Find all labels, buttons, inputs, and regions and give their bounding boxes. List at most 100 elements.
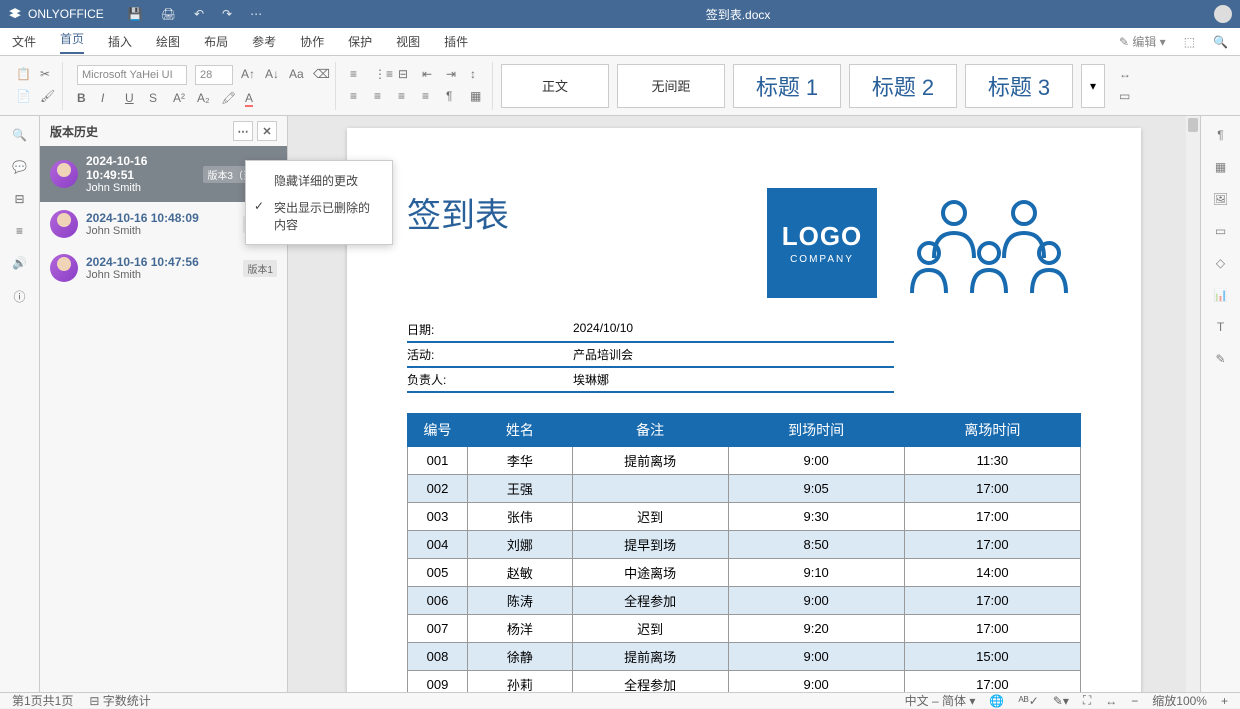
menu-file[interactable]: 文件 <box>12 33 36 50</box>
menu-protect[interactable]: 保护 <box>348 33 372 50</box>
format-painter-icon[interactable]: 🖌 <box>40 89 56 105</box>
text-settings-icon[interactable]: T <box>1217 320 1224 334</box>
menu-collab[interactable]: 协作 <box>300 33 324 50</box>
justify-icon[interactable]: ≡ <box>422 89 438 105</box>
menu-highlight-deleted[interactable]: 突出显示已删除的内容 <box>246 194 392 238</box>
paste-icon[interactable]: 📄 <box>16 89 32 105</box>
strike-icon[interactable]: S <box>149 91 165 107</box>
table-cell: 9:00 <box>728 643 904 671</box>
scrollbar[interactable] <box>1186 116 1200 692</box>
open-location-icon[interactable]: ⬚ <box>1184 35 1195 49</box>
bold-icon[interactable]: B <box>77 91 93 107</box>
redo-icon[interactable]: ↷ <box>222 7 232 21</box>
table-cell: 9:30 <box>728 503 904 531</box>
style-normal[interactable]: 正文 <box>501 64 609 108</box>
superscript-icon[interactable]: A² <box>173 91 189 107</box>
feedback-icon[interactable]: 🔊 <box>12 256 27 270</box>
paragraph-icon[interactable]: ¶ <box>446 89 462 105</box>
style-dropdown[interactable]: ▾ <box>1081 64 1105 108</box>
print-icon[interactable]: 🖨 <box>161 7 176 21</box>
font-select[interactable] <box>77 65 187 85</box>
image-settings-icon[interactable]: 🖼 <box>1213 192 1228 206</box>
page-indicator[interactable]: 第1页共1页 <box>12 692 73 709</box>
spellcheck-icon[interactable]: ᴬᴮ✓ <box>1018 694 1038 708</box>
shape-settings-icon[interactable]: ◇ <box>1216 256 1225 270</box>
table-cell: 17:00 <box>904 587 1080 615</box>
lang-indicator[interactable]: 中文 – 简体 ▾ <box>905 692 976 709</box>
inc-indent-icon[interactable]: ⇥ <box>446 67 462 83</box>
header-settings-icon[interactable]: ▭ <box>1215 224 1226 238</box>
align-left-icon[interactable]: ≡ <box>350 89 366 105</box>
para-settings-icon[interactable]: ¶ <box>1217 128 1223 142</box>
chart-settings-icon[interactable]: 📊 <box>1213 288 1228 302</box>
style-h1[interactable]: 标题 1 <box>733 64 841 108</box>
more-icon[interactable]: ⋯ <box>250 7 262 21</box>
grow-font-icon[interactable]: A↑ <box>241 67 257 83</box>
table-cell: 9:00 <box>728 447 904 475</box>
copy-icon[interactable]: 📋 <box>16 67 32 83</box>
zoom-level[interactable]: 缩放100% <box>1152 692 1207 709</box>
user-avatar[interactable] <box>1214 5 1232 23</box>
multilevel-icon[interactable]: ⊟ <box>398 67 414 83</box>
italic-icon[interactable]: I <box>101 91 117 107</box>
comments-icon[interactable]: 💬 <box>12 160 27 174</box>
menu-view[interactable]: 视图 <box>396 33 420 50</box>
align-center-icon[interactable]: ≡ <box>374 89 390 105</box>
word-count[interactable]: ⊟ 字数统计 <box>89 692 150 709</box>
line-spacing-icon[interactable]: ↕ <box>470 67 486 83</box>
version-time: 2024-10-16 10:47:56 <box>86 255 235 269</box>
underline-icon[interactable]: U <box>125 91 141 107</box>
table-row: 004刘娜提早到场8:5017:00 <box>408 531 1081 559</box>
style-h2[interactable]: 标题 2 <box>849 64 957 108</box>
change-case-icon[interactable]: Aa <box>289 67 305 83</box>
undo-icon[interactable]: ↶ <box>194 7 204 21</box>
menu-insert[interactable]: 插入 <box>108 33 132 50</box>
menu-plugins[interactable]: 插件 <box>444 33 468 50</box>
font-size[interactable] <box>195 65 233 85</box>
table-cell: 孙莉 <box>468 671 573 693</box>
table-cell: 17:00 <box>904 475 1080 503</box>
signature-icon[interactable]: ✎ <box>1215 352 1225 366</box>
shading-icon[interactable]: ▦ <box>470 89 486 105</box>
style-h3[interactable]: 标题 3 <box>965 64 1073 108</box>
about-icon[interactable]: ⓘ <box>13 288 25 305</box>
history-close-icon[interactable]: ✕ <box>257 121 277 141</box>
select-icon[interactable]: ▭ <box>1119 89 1135 105</box>
menu-layout[interactable]: 布局 <box>204 33 228 50</box>
dec-indent-icon[interactable]: ⇤ <box>422 67 438 83</box>
table-settings-icon[interactable]: ▦ <box>1215 160 1226 174</box>
menu-references[interactable]: 参考 <box>252 33 276 50</box>
nav-icon[interactable]: ≡ <box>16 224 23 238</box>
clear-format-icon[interactable]: ⌫ <box>313 67 329 83</box>
headings-icon[interactable]: ⊟ <box>14 192 24 206</box>
font-color-icon[interactable]: A <box>245 91 261 107</box>
spell-icon[interactable]: 🌐 <box>989 694 1004 708</box>
table-cell: 003 <box>408 503 468 531</box>
align-right-icon[interactable]: ≡ <box>398 89 414 105</box>
numbering-icon[interactable]: ⋮≡ <box>374 67 390 83</box>
fit-icon[interactable]: ⛶ <box>1083 693 1091 708</box>
subscript-icon[interactable]: A₂ <box>197 91 213 107</box>
info-value: 埃琳娜 <box>573 371 609 388</box>
menu-hide-changes[interactable]: 隐藏详细的更改 <box>246 167 392 194</box>
version-item[interactable]: 2024-10-16 10:47:56 John Smith 版本1 <box>40 246 287 290</box>
style-nospacing[interactable]: 无间距 <box>617 64 725 108</box>
history-more-icon[interactable]: ⋯ <box>233 121 253 141</box>
zoom-out-icon[interactable]: − <box>1131 694 1138 708</box>
track-icon[interactable]: ✎▾ <box>1053 694 1069 708</box>
bullets-icon[interactable]: ≡ <box>350 67 366 83</box>
shrink-font-icon[interactable]: A↓ <box>265 67 281 83</box>
menu-home[interactable]: 首页 <box>60 30 84 54</box>
document-area[interactable]: 签到表 LOGO COMPANY <box>288 116 1200 692</box>
find-icon[interactable]: 🔍 <box>12 128 27 142</box>
edit-mode[interactable]: ✎ 编辑 ▾ <box>1119 33 1166 50</box>
menu-draw[interactable]: 绘图 <box>156 33 180 50</box>
fit-width-icon[interactable]: ↔ <box>1105 694 1117 708</box>
table-cell: 14:00 <box>904 559 1080 587</box>
highlight-icon[interactable]: 🖍 <box>221 91 237 107</box>
cut-icon[interactable]: ✂ <box>40 67 56 83</box>
search-icon[interactable]: 🔍 <box>1213 35 1228 49</box>
zoom-in-icon[interactable]: + <box>1221 694 1228 708</box>
replace-icon[interactable]: ↔ <box>1119 67 1135 83</box>
save-icon[interactable]: 💾 <box>128 7 143 21</box>
